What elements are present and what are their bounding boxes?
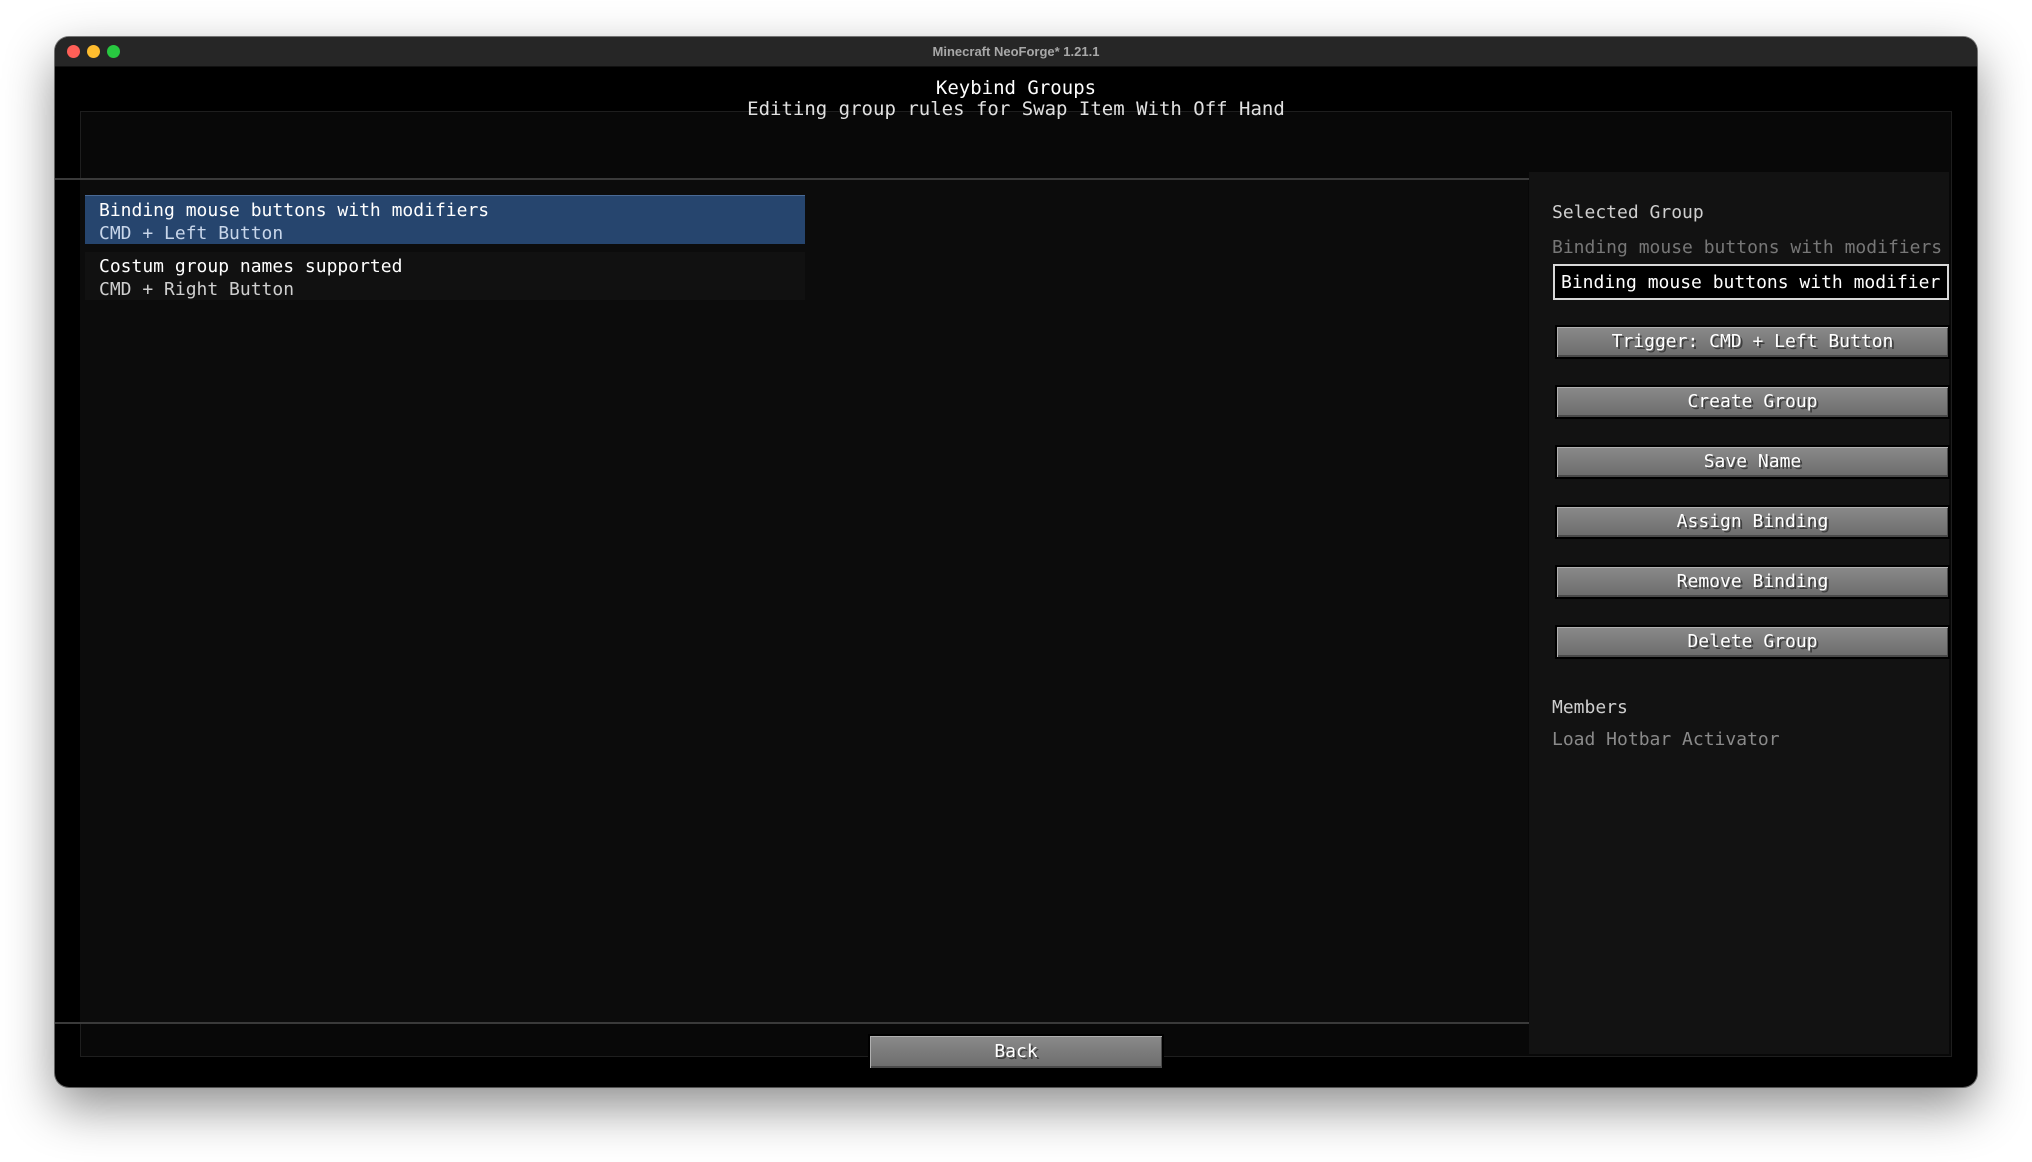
group-name-input[interactable] [1553, 264, 1949, 300]
trigger-button[interactable]: Trigger: CMD + Left Button [1555, 325, 1950, 359]
window-titlebar[interactable]: Minecraft NeoForge* 1.21.1 [55, 37, 1977, 67]
list-top-divider [55, 178, 1529, 180]
screen-title: Keybind Groups [935, 77, 1097, 99]
group-list-item[interactable]: Binding mouse buttons with modifiers CMD… [85, 195, 805, 244]
selected-group-current-name: Binding mouse buttons with modifiers [1552, 237, 1943, 258]
list-bottom-divider [55, 1022, 1529, 1024]
window-title: Minecraft NeoForge* 1.21.1 [932, 44, 1100, 59]
screen-subtitle: Editing group rules for Swap Item With O… [747, 98, 1285, 120]
delete-group-button[interactable]: Delete Group [1555, 625, 1950, 659]
selected-group-panel: Selected Group Binding mouse buttons wit… [1529, 172, 1950, 1054]
members-heading: Members [1552, 697, 1628, 718]
remove-binding-button[interactable]: Remove Binding [1555, 565, 1950, 599]
group-binding: CMD + Right Button [99, 279, 295, 300]
selected-group-heading: Selected Group [1552, 202, 1704, 223]
create-group-button[interactable]: Create Group [1555, 385, 1950, 419]
group-list-item[interactable]: Costum group names supported CMD + Right… [85, 252, 805, 300]
assign-binding-button[interactable]: Assign Binding [1555, 505, 1950, 539]
group-name: Costum group names supported [99, 256, 403, 277]
game-window: Minecraft NeoForge* 1.21.1 Keybind Group… [55, 37, 1977, 1087]
group-list[interactable] [80, 180, 1528, 1022]
back-button[interactable]: Back [868, 1034, 1164, 1070]
save-name-button[interactable]: Save Name [1555, 445, 1950, 479]
group-binding: CMD + Left Button [99, 223, 284, 244]
group-name: Binding mouse buttons with modifiers [99, 200, 490, 221]
member-item: Load Hotbar Activator [1552, 729, 1780, 750]
